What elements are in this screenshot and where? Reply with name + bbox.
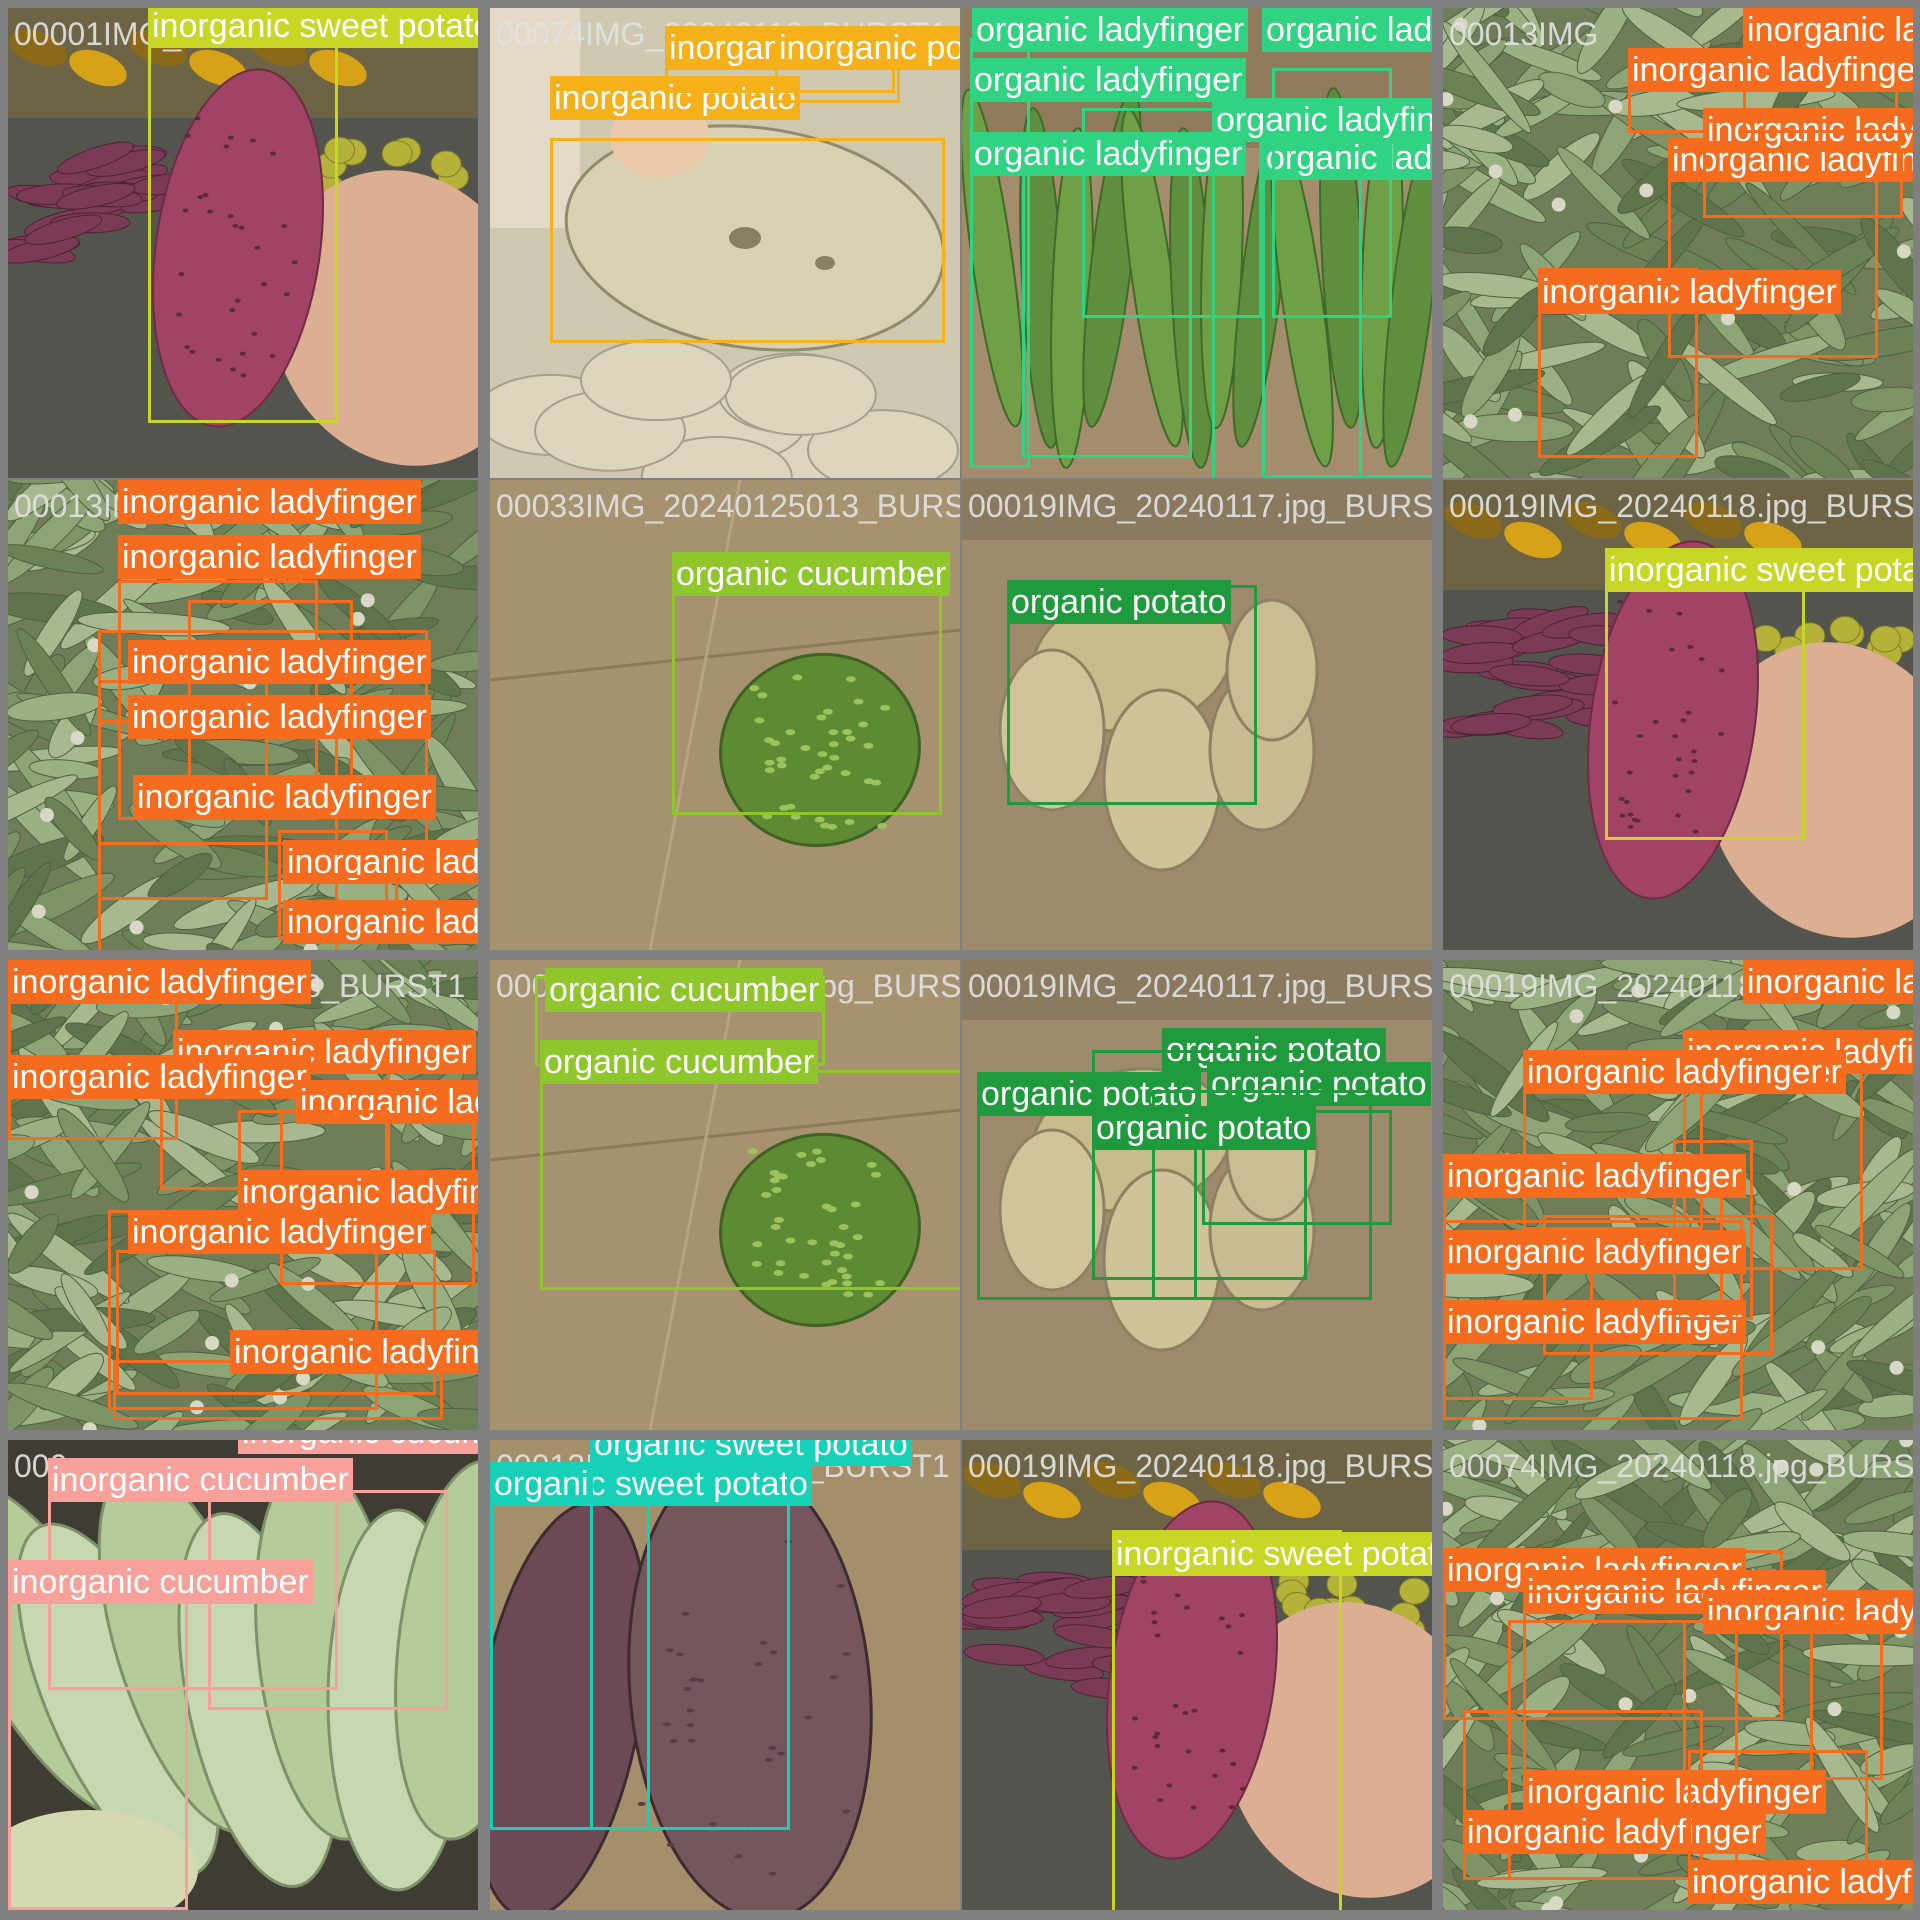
bounding-box (1673, 1140, 1753, 1320)
class-label: inorganic ladyfinger (133, 775, 436, 819)
class-label: inorganic cucumber (8, 1560, 313, 1604)
mosaic-tile: 00074IMG_20240118_BURST1inorganic potato… (490, 8, 960, 478)
tile-filename: 00013IMG (1449, 16, 1599, 52)
mosaic-tile: 00019IMG_20240118.jpg_BURST1 inorganic sw… (1443, 480, 1913, 950)
tile-filename: 00019IMG_20240117.jpg_BURST1 (968, 968, 1432, 1004)
tile-filename: 00033IMG_20240125013_BURST1 (496, 488, 960, 524)
bounding-box (970, 38, 1030, 468)
class-label: inorganic ladyfinger (1688, 1860, 1913, 1904)
bounding-box (148, 8, 338, 423)
class-label: inorganic cucumber (238, 1440, 478, 1454)
class-label: organic potato (1007, 580, 1231, 624)
detection-mosaic: 00001IMG_20240118inorganic sweet potato0… (0, 0, 1920, 1920)
class-label: organic potato (1092, 1106, 1316, 1150)
class-label: organic ladyfinger (970, 58, 1247, 102)
class-label: inorganic ladyfinger (8, 960, 311, 1004)
class-label: inorganic ladyfinger (230, 1330, 478, 1374)
class-label: inorganic ladyfinger (238, 1170, 478, 1214)
mosaic-tile: 00019IMG_20240117.jpg_BURST1organic pota… (962, 960, 1432, 1430)
mosaic-tile: 00048IMG_20240118_BURST1inorganic ladyfi… (8, 960, 478, 1430)
bounding-box (1112, 1530, 1342, 1910)
class-label: inorganic ladyfinger (283, 900, 478, 944)
class-label: organic cucumber (540, 1040, 819, 1084)
class-label: organic ladyfinger (1262, 8, 1432, 52)
class-label: inorganic ladyfinger (128, 1210, 431, 1254)
bounding-box (8, 1580, 188, 1910)
mosaic-tile: 00013IMG inorganic ladyfinger inorganic la… (1443, 8, 1913, 478)
bounding-box (540, 1070, 960, 1290)
tile-filename: 00019IMG_20240117.jpg_BURST1 (968, 488, 1432, 524)
class-label: organic cucumber (545, 968, 824, 1012)
class-label: organic cucumber (672, 552, 951, 596)
bounding-box (550, 138, 945, 343)
bounding-box (590, 1440, 790, 1830)
class-label: inorganic sweet potato (148, 8, 478, 48)
bounding-box (188, 600, 353, 790)
bounding-box (1605, 580, 1805, 840)
mosaic-tile: 00074IMG_20240118.jpg_BURST1organic cucu… (490, 960, 960, 1430)
tile-filename: 00074IMG_20240118.jpg_BURST1 (1449, 1448, 1913, 1484)
mosaic-tile: 00001IMG_20240118inorganic sweet potato (8, 8, 478, 478)
mosaic-tile: organic ladyfinger organic ladyfinger orga… (962, 8, 1432, 478)
mosaic-tile: 00074IMG_20240118.jpg_BURST1 inorganic la… (1443, 1440, 1913, 1910)
class-label: organic ladyfinger (970, 132, 1247, 176)
mosaic-tile: 00019IMG_20240118.jpg_BURST1inorganic la… (1443, 960, 1913, 1430)
class-label: inorganic sweet potato (1605, 548, 1913, 592)
tile-filename: 00019IMG_20240118.jpg_BURST1 (1449, 488, 1913, 524)
tile-filename: 00019IMG_20240118.jpg_BURST1 (968, 1448, 1432, 1484)
mosaic-tile: 00019IMG_20240117.jpg_BURST1organic pota… (962, 480, 1432, 950)
mosaic-tile: 00013IMG_ inorganic ladyfinger inorganic l… (8, 480, 478, 950)
class-label: inorganic ladyfinger (8, 1055, 311, 1099)
class-label: organic ladyfinger (972, 8, 1249, 52)
class-label: inorganic ladyfinger (1743, 960, 1913, 1004)
bounding-box (1463, 1710, 1703, 1880)
class-label: inorganic ladyfinger (1523, 1050, 1826, 1094)
class-label: inorganic potato (775, 26, 960, 70)
class-label: organic ladyfinger (1212, 98, 1432, 142)
mosaic-tile: 00019IMG_20240118.jpg_BURST1 inorganic sw… (962, 1440, 1432, 1910)
mosaic-tile: 00033IMG_20240125013_BURST1organic cucum… (490, 480, 960, 950)
class-label: inorganic ladyfinger (118, 535, 421, 579)
mosaic-tile: 00013IMG_20240125_BURST1organic sweet po… (490, 1440, 960, 1910)
mosaic-tile: 000inorganic cucumberinorganic cucumberi… (8, 1440, 478, 1910)
class-label: inorganic sweet potato (1112, 1532, 1432, 1576)
class-label: inorganic ladyfinger (118, 480, 421, 524)
class-label: organic sweet potato (590, 1440, 912, 1466)
class-label: inorganic ladyfinger (1743, 8, 1913, 52)
